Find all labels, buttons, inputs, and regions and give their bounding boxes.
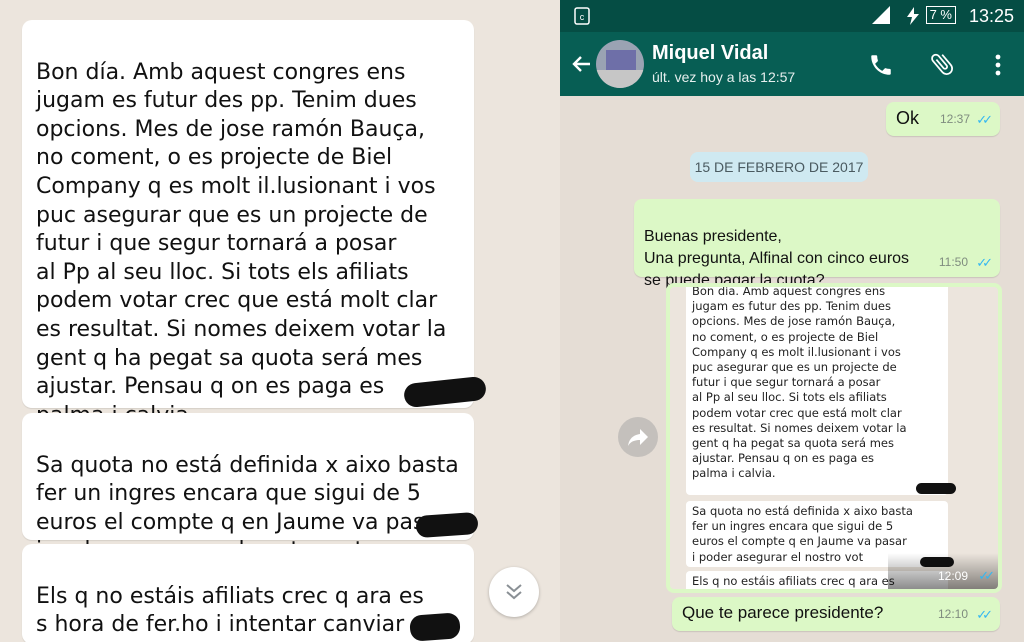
app-notification-icon: c xyxy=(574,7,590,25)
read-receipt-icon: ✓✓ xyxy=(976,607,993,622)
image-message[interactable]: Bon día. Amb aquest congres ens jugam es… xyxy=(666,283,1002,593)
read-receipt-icon: ✓✓ xyxy=(976,255,993,270)
message-time: 11:50 xyxy=(938,255,968,269)
outgoing-message[interactable]: Ok 12:37 ✓✓ xyxy=(886,102,1000,136)
message-text: Els q no estáis afiliats crec q ara es s… xyxy=(36,583,436,642)
outgoing-message[interactable]: Que te parece presidente? 12:10 ✓✓ xyxy=(672,597,1000,631)
read-receipt-icon: ✓✓ xyxy=(978,568,995,583)
phone-screen: c 7 % 13:25 Miquel Vidal últ. vez hoy a … xyxy=(560,0,1024,642)
chat-header: Miquel Vidal últ. vez hoy a las 12:57 xyxy=(560,32,1024,96)
scroll-down-button[interactable] xyxy=(489,567,539,617)
message-text: Ok xyxy=(896,108,920,128)
charging-icon xyxy=(907,7,919,25)
contact-name[interactable]: Miquel Vidal xyxy=(652,42,768,65)
message-text: Que te parece presidente? xyxy=(682,603,884,622)
forward-button[interactable] xyxy=(618,417,658,457)
message-time: 12:10 xyxy=(937,607,968,621)
message-text: Bon día. Amb aquest congres ens jugam es… xyxy=(36,59,447,428)
message-bubble: Bon día. Amb aquest congres ens jugam es… xyxy=(22,20,474,428)
message-bubble: Els q no estáis afiliats crec q ara es s… xyxy=(22,544,474,642)
last-seen-status: últ. vez hoy a las 12:57 xyxy=(652,69,796,85)
battery-level: 7 % xyxy=(925,6,956,24)
forward-arrow-icon xyxy=(628,429,648,446)
message-bubble: Sa quota no está definida x aixo basta f… xyxy=(22,413,474,563)
redaction-scribble xyxy=(409,612,461,642)
redaction-scribble xyxy=(415,511,479,539)
message-time: 12:09 xyxy=(937,569,968,583)
outgoing-message[interactable]: Buenas presidente, Una pregunta, Alfinal… xyxy=(634,199,1000,289)
back-arrow-icon[interactable] xyxy=(570,52,594,76)
phone-call-icon[interactable] xyxy=(868,52,894,78)
read-receipt-icon: ✓✓ xyxy=(976,112,993,127)
avatar[interactable] xyxy=(596,40,644,88)
status-time: 13:25 xyxy=(968,6,1014,26)
status-bar: c 7 % 13:25 xyxy=(560,0,1024,32)
more-options-icon[interactable] xyxy=(988,52,1008,78)
svg-text:c: c xyxy=(580,12,585,22)
date-separator: 15 DE FEBRERO DE 2017 xyxy=(690,152,868,182)
message-time: 12:37 xyxy=(939,112,970,126)
zoomed-chat-panel: Bon día. Amb aquest congres ens jugam es… xyxy=(0,0,560,642)
message-text: Buenas presidente, Una pregunta, Alfinal… xyxy=(644,228,910,289)
double-chevron-down-icon xyxy=(506,584,522,600)
attachment-icon[interactable] xyxy=(928,50,956,78)
redaction-scribble xyxy=(916,483,956,494)
signal-icon xyxy=(872,6,890,24)
image-text: Bon día. Amb aquest congres ens jugam es… xyxy=(686,287,948,495)
screenshot-image[interactable]: Bon día. Amb aquest congres ens jugam es… xyxy=(670,287,998,589)
